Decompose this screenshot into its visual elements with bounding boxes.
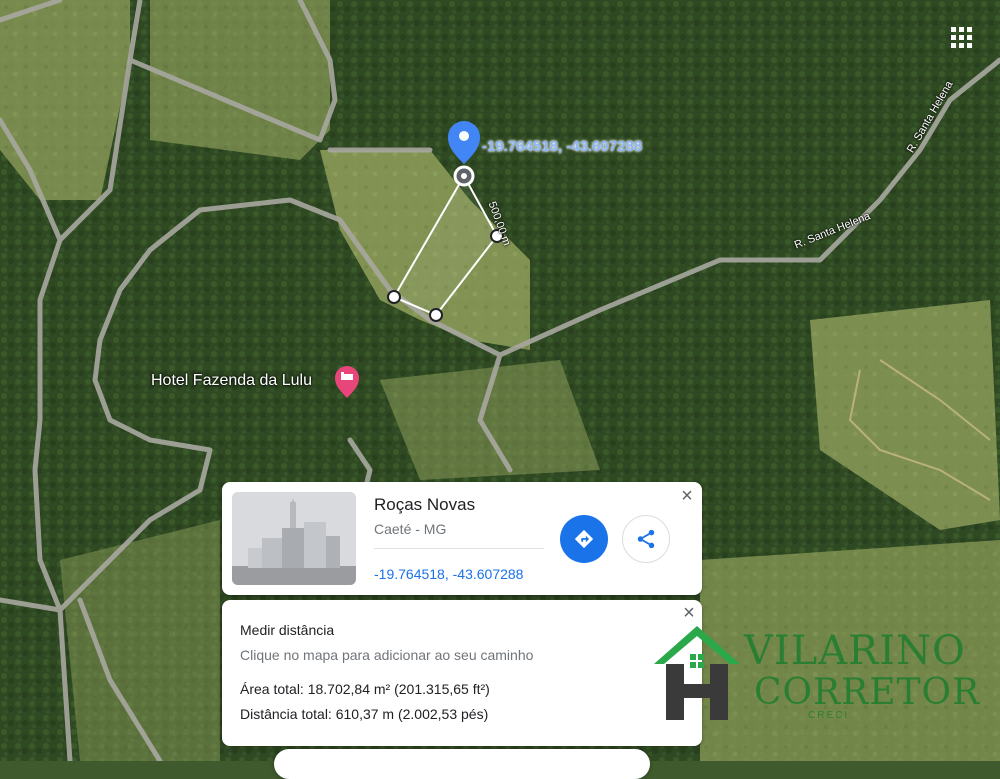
hotel-label[interactable]: Hotel Fazenda da Lulu — [151, 372, 312, 390]
place-subtitle: Caeté - MG — [374, 521, 447, 537]
divider — [374, 548, 544, 549]
total-area: Área total: 18.702,84 m² (201.315,65 ft²… — [240, 681, 490, 697]
bottom-panel[interactable] — [274, 749, 650, 779]
close-icon[interactable]: × — [680, 603, 698, 623]
directions-icon — [574, 529, 594, 549]
watermark-text: CORRETOR — [754, 672, 981, 713]
close-icon[interactable]: × — [678, 486, 696, 506]
directions-button[interactable] — [560, 515, 608, 563]
place-coordinates-link[interactable]: -19.764518, -43.607288 — [374, 566, 523, 582]
measure-vertex[interactable] — [387, 290, 401, 304]
share-icon — [637, 529, 655, 549]
watermark-text: CRECI — [808, 710, 850, 721]
house-logo-icon — [654, 626, 740, 720]
place-thumbnail[interactable] — [232, 492, 356, 585]
place-name: Roças Novas — [374, 495, 476, 514]
measure-title: Medir distância — [240, 622, 335, 638]
total-distance: Distância total: 610,37 m (2.002,53 pés) — [240, 706, 489, 722]
share-button[interactable] — [622, 515, 670, 563]
watermark-text: VILARINO — [744, 628, 966, 674]
measure-vertex[interactable] — [429, 308, 443, 322]
apps-grid-icon[interactable] — [948, 24, 974, 50]
place-card: Roças Novas Caeté - MG -19.764518, -43.6… — [222, 482, 702, 595]
measure-distance-card: × Medir distância Clique no mapa para ad… — [222, 600, 702, 746]
measure-hint: Clique no mapa para adicionar ao seu cam… — [240, 647, 534, 663]
pin-coordinates-label: -19.764518, -43.607288 — [482, 138, 643, 155]
watermark-logo: VILARINO CORRETOR CRECI — [652, 624, 982, 724]
